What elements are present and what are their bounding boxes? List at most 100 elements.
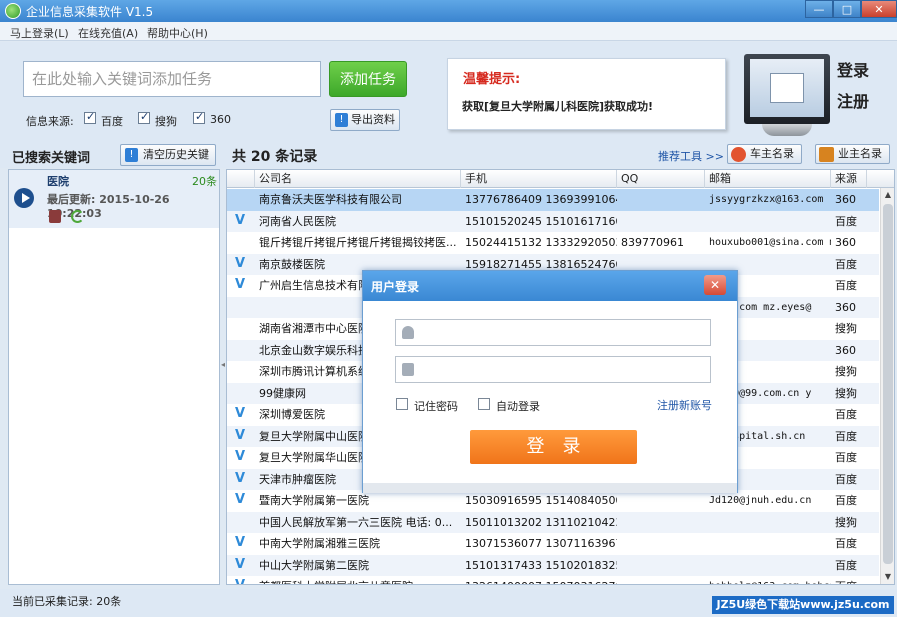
delete-icon[interactable] <box>49 210 61 223</box>
task-panel: 在此处输入关键词添加任务 添加任务 信息来源: 百度 搜狗 360 ! 导出资料… <box>0 42 897 142</box>
export-label: 导出资料 <box>351 113 395 126</box>
clear-history-label: 清空历史关键 <box>143 148 209 161</box>
cell-qq: 839770961 <box>621 236 684 249</box>
remember-password-label: 记住密码 <box>414 400 458 413</box>
table-row[interactable]: V 中山大学附属第二医院 15101317433 15102018325 ... 百度 <box>227 554 879 576</box>
cell-name: 河南省人民医院 <box>259 214 336 228</box>
verified-icon: V <box>235 556 246 572</box>
tip-box: 温馨提示: 获取[复旦大学附属儿科医院]获取成功! <box>447 58 726 130</box>
status-bar: 当前已采集记录: 20条 JZ5U绿色下载站www.jz5u.com <box>0 589 897 617</box>
source-baidu-label: 百度 <box>101 115 123 128</box>
verified-icon: V <box>235 212 246 228</box>
house-owners-label: 业主名录 <box>838 147 882 160</box>
clear-history-button[interactable]: ! 清空历史关键 <box>120 144 216 166</box>
monitor-screen <box>750 59 824 117</box>
source-sogou-checkbox[interactable] <box>138 110 150 124</box>
lock-icon <box>402 363 414 376</box>
cell-source: 搜狗 <box>835 365 857 378</box>
table-row[interactable]: V 中南大学附属湘雅三医院 13071536077 13071163967 ... 百… <box>227 533 879 555</box>
table-row[interactable]: 中国人民解放军第一六三医院 电话: 0... 15011013202 131102… <box>227 511 879 533</box>
keyword-count: 20条 <box>192 175 217 188</box>
play-icon[interactable] <box>14 188 34 208</box>
site-watermark: JZ5U绿色下载站www.jz5u.com <box>712 596 894 614</box>
keyword-item[interactable]: 医院 20条 最后更新: 2015-10-26 10:22:03 <box>9 170 219 228</box>
menu-help[interactable]: 帮助中心(H) <box>147 25 208 41</box>
scroll-up-icon[interactable]: ▲ <box>881 188 894 202</box>
verified-icon: V <box>235 449 246 464</box>
verified-icon: V <box>235 470 246 486</box>
monitor-stand-icon <box>762 124 812 136</box>
cell-qq <box>617 211 705 232</box>
maximize-button[interactable]: □ <box>833 0 861 18</box>
cell-source: 搜狗 <box>835 322 857 335</box>
header-email[interactable]: 邮箱 <box>705 170 831 188</box>
cell-source: 百度 <box>831 576 871 584</box>
close-window-button[interactable]: ✕ <box>861 0 897 18</box>
cell-phone: 13776786409 13693991064 ... <box>465 193 617 206</box>
password-input[interactable] <box>395 356 711 383</box>
cell-name: 暨南大学附属第一医院 <box>259 494 369 507</box>
minimize-button[interactable]: — <box>805 0 833 18</box>
cell-source: 百度 <box>835 451 857 464</box>
tip-title: 温馨提示: <box>463 72 521 87</box>
menu-login[interactable]: 马上登录(L) <box>10 25 69 41</box>
side-register-link[interactable]: 注册 <box>837 88 869 112</box>
auto-login-checkbox[interactable] <box>478 398 490 410</box>
cell-source: 百度 <box>835 429 857 443</box>
dialog-close-button[interactable]: ✕ <box>704 275 726 295</box>
register-account-link[interactable]: 注册新账号 <box>657 397 712 413</box>
cell-email <box>705 533 831 554</box>
house-owners-button[interactable]: 业主名录 <box>815 144 890 164</box>
recommend-tools-link[interactable]: 推荐工具 >> <box>658 148 724 164</box>
cell-qq <box>617 189 705 210</box>
cell-name: 南京鲁沃夫医学科技有限公司 <box>259 193 402 206</box>
cell-qq <box>617 512 705 533</box>
splitter-handle-icon[interactable]: ◂ <box>221 360 225 369</box>
keyword-input[interactable]: 在此处输入关键词添加任务 <box>23 61 321 97</box>
source-baidu-checkbox[interactable] <box>84 110 96 124</box>
table-row[interactable]: V 河南省人民医院 15101520245 15101617160 ... 百度 <box>227 210 879 232</box>
table-row[interactable]: 南京鲁沃夫医学科技有限公司 13776786409 13693991064 ...… <box>227 189 879 211</box>
total-records: 共 20 条记录 <box>232 149 318 165</box>
cell-source: 百度 <box>835 494 857 507</box>
table-row[interactable]: V 首都医科大学附属北京儿童医院13261400007 15070316270 bo… <box>227 576 879 584</box>
cell-source: 360 <box>835 343 856 357</box>
header-source[interactable]: 来源 <box>831 170 867 188</box>
header-qq[interactable]: QQ <box>617 170 705 188</box>
verified-icon: V <box>235 427 246 443</box>
keyword-list: 医院 20条 最后更新: 2015-10-26 10:22:03 <box>8 169 220 585</box>
header-company[interactable]: 公司名 <box>255 170 461 188</box>
login-button[interactable]: 登录 <box>470 430 637 464</box>
car-owners-button[interactable]: 车主名录 <box>727 144 802 164</box>
house-icon <box>819 147 834 162</box>
verified-icon: V <box>235 535 246 550</box>
scroll-down-icon[interactable]: ▼ <box>881 570 894 584</box>
dialog-title: 用户登录 <box>371 280 420 294</box>
menu-recharge[interactable]: 在线充值(A) <box>78 25 138 41</box>
table-scrollbar[interactable]: ▲ ▼ <box>880 188 894 584</box>
export-icon: ! <box>335 113 348 127</box>
cell-phone: 13261400007 15070316270 <box>461 576 617 584</box>
add-task-button[interactable]: 添加任务 <box>329 61 407 97</box>
table-row[interactable]: 锟斤拷锟斤拷锟斤拷锟斤拷锟揭铰拷医... 15024415132 13332920… <box>227 232 879 254</box>
source-360-checkbox[interactable] <box>193 110 205 124</box>
cell-source: 搜狗 <box>835 515 857 529</box>
list-header-row: 已搜索关键词 ! 清空历史关键 共 20 条记录 推荐工具 >> 车主名录 业主… <box>0 142 897 168</box>
export-button[interactable]: ! 导出资料 <box>330 109 400 131</box>
clear-icon: ! <box>125 148 138 162</box>
refresh-icon[interactable] <box>71 210 84 223</box>
cell-email <box>705 211 831 232</box>
dialog-footer <box>363 483 737 493</box>
menu-bar: 马上登录(L) 在线充值(A) 帮助中心(H) <box>0 22 897 41</box>
monitor-icon[interactable] <box>744 54 830 124</box>
remember-password-checkbox[interactable] <box>396 398 408 410</box>
side-login-link[interactable]: 登录 <box>837 57 869 81</box>
header-phone[interactable]: 手机 <box>461 170 617 188</box>
source-360-label: 360 <box>210 113 231 126</box>
cell-phone: 15024415132 13332920503 <box>465 236 617 249</box>
window-title: 企业信息采集软件 V1.5 <box>26 5 154 19</box>
username-input[interactable] <box>395 319 711 346</box>
table-row[interactable]: V 暨南大学附属第一医院 15030916595 15140840500 Jd120@… <box>227 490 879 512</box>
cell-name: 中山大学附属第二医院 <box>259 558 369 572</box>
scroll-thumb[interactable] <box>883 204 893 564</box>
